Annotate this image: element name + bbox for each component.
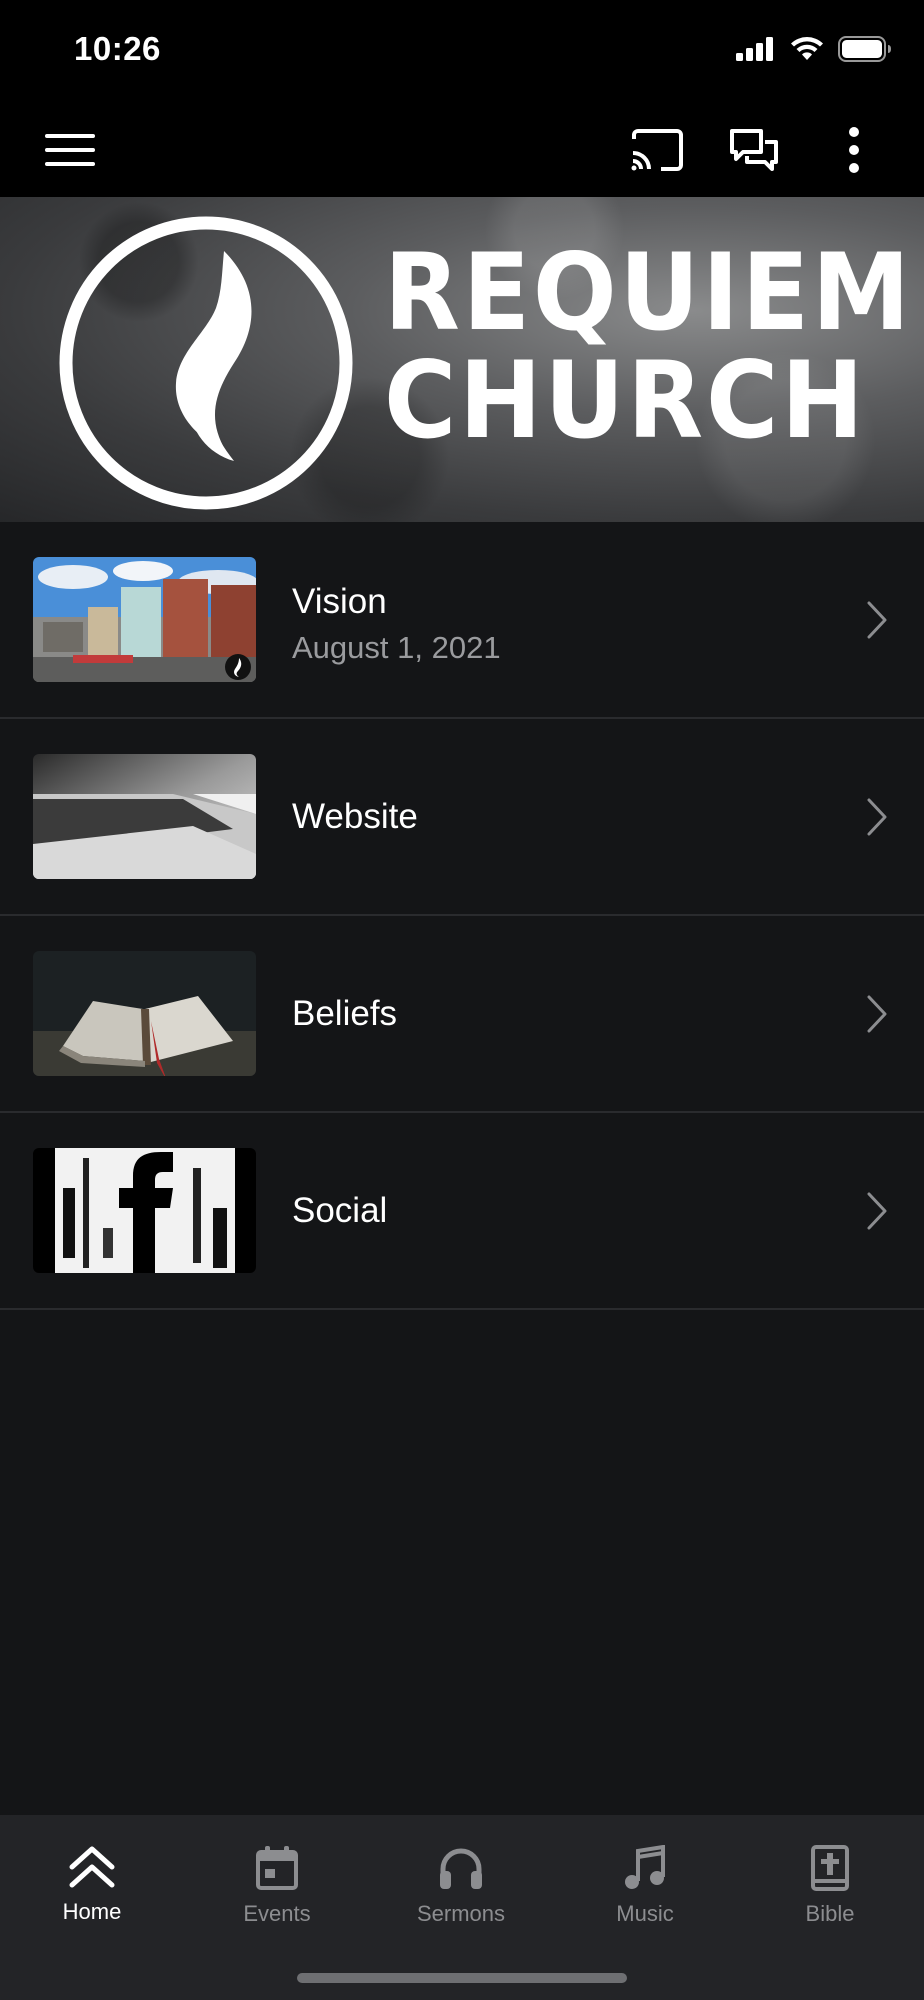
beliefs-text: Beliefs: [292, 994, 397, 1034]
chevron-right-icon: [867, 798, 887, 836]
headphones-icon: [440, 1848, 482, 1889]
app-bar: [0, 100, 924, 197]
list-item-vision[interactable]: Vision August 1, 2021: [0, 522, 924, 719]
church-logo-icon: [59, 216, 353, 510]
bible-icon: [811, 1845, 849, 1891]
status-time: 10:26: [74, 30, 161, 67]
website-text: Website: [292, 797, 418, 837]
cast-icon: [631, 129, 683, 171]
battery-icon: [838, 36, 891, 62]
social-text: Social: [292, 1191, 387, 1231]
list-item-website[interactable]: Website: [0, 719, 924, 916]
chevron-right-icon: [867, 1192, 887, 1230]
hamburger-menu-icon: [45, 134, 95, 166]
church-banner: REQUIEM CHURCH: [0, 197, 924, 522]
tab-home[interactable]: Home: [0, 1845, 184, 1955]
more-vertical-icon: [849, 127, 859, 173]
list-item-title: Website: [292, 797, 418, 836]
church-name-line2: CHURCH: [384, 339, 867, 462]
cast-button[interactable]: [627, 120, 687, 180]
content-list: Vision August 1, 2021 Website Beliefs So…: [0, 522, 924, 1310]
list-item-date: August 1, 2021: [292, 630, 501, 665]
list-item-social[interactable]: Social: [0, 1113, 924, 1310]
tab-bible[interactable]: Bible: [738, 1845, 922, 1955]
vision-text: Vision August 1, 2021: [292, 582, 501, 666]
double-chevron-up-icon: [69, 1846, 115, 1888]
tab-label: Music: [616, 1901, 674, 1926]
tab-label: Bible: [805, 1901, 855, 1926]
social-thumbnail: [33, 1148, 256, 1273]
tab-sermons[interactable]: Sermons: [369, 1845, 553, 1955]
status-bar: 10:26: [0, 0, 924, 100]
tab-label: Sermons: [416, 1901, 506, 1926]
calendar-icon: [256, 1846, 298, 1890]
more-options-button[interactable]: [824, 120, 884, 180]
cellular-signal-icon: [736, 37, 773, 61]
list-item-title: Beliefs: [292, 994, 398, 1033]
status-icons: [736, 36, 892, 62]
home-indicator: [297, 1973, 627, 1983]
chat-bubbles-icon: [730, 129, 778, 171]
website-thumbnail: [33, 754, 256, 879]
chevron-right-icon: [867, 601, 887, 639]
tab-events[interactable]: Events: [185, 1845, 369, 1955]
list-item-beliefs[interactable]: Beliefs: [0, 916, 924, 1113]
chevron-right-icon: [867, 995, 887, 1033]
list-item-title: Social: [292, 1191, 388, 1230]
tab-label: Home: [62, 1899, 122, 1924]
tab-label: Events: [243, 1901, 311, 1926]
beliefs-thumbnail: [33, 951, 256, 1076]
wifi-icon: [791, 37, 823, 60]
chat-button[interactable]: [724, 120, 784, 180]
list-item-title: Vision: [292, 582, 387, 621]
vision-thumbnail: [33, 557, 256, 682]
music-note-icon: [625, 1845, 665, 1889]
church-name: REQUIEM CHURCH: [384, 239, 913, 455]
tab-music[interactable]: Music: [553, 1845, 737, 1955]
menu-button[interactable]: [40, 120, 100, 180]
church-name-line1: REQUIEM: [384, 231, 913, 354]
